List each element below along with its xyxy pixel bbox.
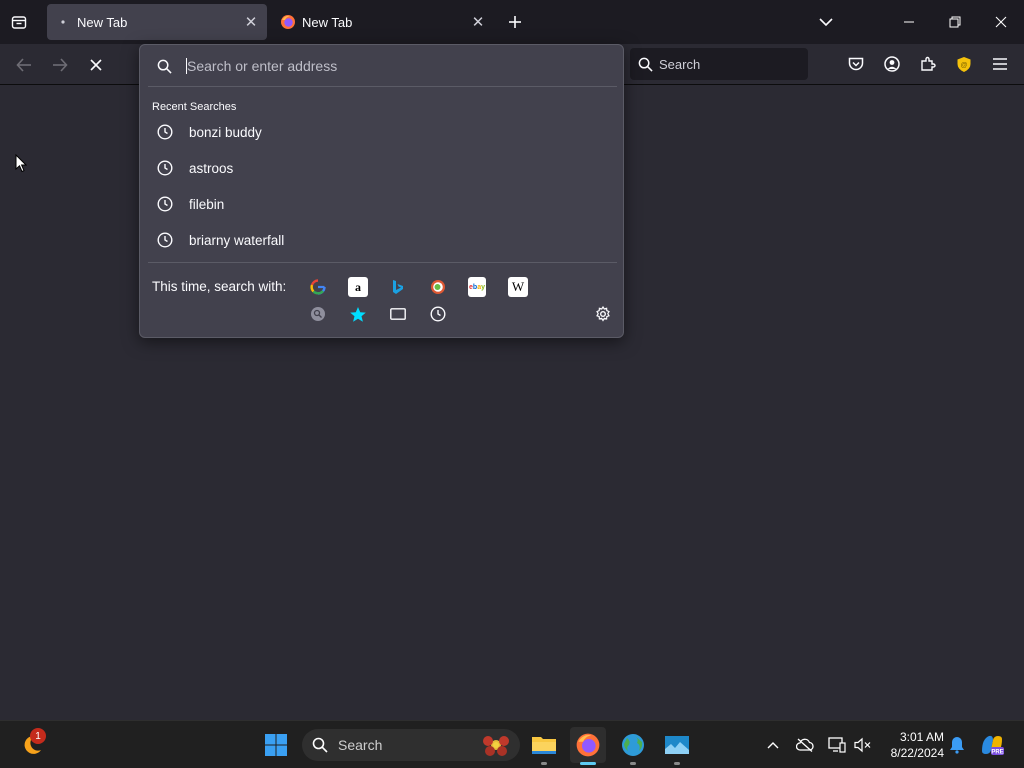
network-monitor-icon[interactable]: [824, 727, 850, 763]
tab-title: New Tab: [77, 14, 128, 30]
globe-app-icon[interactable]: [615, 727, 651, 763]
recent-search-text: briarny waterfall: [189, 232, 285, 248]
search-icon: [157, 59, 172, 74]
clock-icon: [157, 160, 173, 176]
file-explorer-icon[interactable]: [526, 727, 562, 763]
shield-extension-icon[interactable]: @: [953, 53, 975, 75]
firefox-taskbar-icon[interactable]: [570, 727, 606, 763]
minimize-button[interactable]: [886, 0, 932, 44]
back-button[interactable]: [11, 52, 37, 78]
divider: [148, 262, 617, 263]
firefox-icon: [280, 14, 296, 30]
taskbar-search-box[interactable]: Search: [302, 729, 520, 761]
windows-taskbar: 1 Search 3:01 AM 8/22/2024 PRE: [0, 720, 1024, 768]
new-tab-button[interactable]: [503, 10, 527, 34]
image-viewer-icon[interactable]: [659, 727, 695, 763]
urlbar-panel: Recent Searches bonzi buddy astroos file…: [139, 44, 624, 338]
search-icon: [312, 737, 328, 753]
search-highlight-icon: [480, 732, 512, 761]
list-all-tabs-icon[interactable]: [814, 10, 838, 34]
amazon-icon[interactable]: a: [348, 277, 368, 297]
running-indicator: [674, 762, 680, 765]
restore-button[interactable]: [932, 0, 978, 44]
running-indicator: [630, 762, 636, 765]
toolbar-search-placeholder: Search: [659, 56, 701, 72]
settings-gear-icon[interactable]: [593, 304, 613, 324]
forward-button[interactable]: [47, 52, 73, 78]
taskbar-search-placeholder: Search: [338, 737, 383, 753]
close-window-button[interactable]: [978, 0, 1024, 44]
extensions-icon[interactable]: [917, 53, 939, 75]
urlbar[interactable]: [140, 45, 623, 87]
bookmarks-icon[interactable]: [348, 304, 368, 324]
recent-search-item[interactable]: bonzi buddy: [146, 115, 617, 149]
cloud-offline-icon[interactable]: [792, 727, 818, 763]
recent-search-text: filebin: [189, 196, 225, 212]
svg-text:@: @: [961, 62, 968, 69]
recent-searches-heading: Recent Searches: [152, 101, 237, 113]
divider: [148, 86, 617, 87]
tab-manager-icon[interactable]: [8, 11, 30, 33]
pocket-icon[interactable]: [845, 53, 867, 75]
tab-new-tab[interactable]: New Tab ✕: [272, 4, 494, 40]
close-tab-icon[interactable]: ✕: [239, 10, 263, 34]
history-icon[interactable]: [428, 304, 448, 324]
notification-bell-icon[interactable]: [944, 727, 970, 763]
show-hidden-icons-chevron-icon[interactable]: [760, 727, 786, 763]
tab-bar: New Tab ✕ New Tab ✕: [0, 0, 1024, 44]
stop-loading-button[interactable]: [83, 52, 109, 78]
tabs-icon[interactable]: [388, 304, 408, 324]
clock-date: 8/22/2024: [890, 746, 944, 760]
running-indicator: [541, 762, 547, 765]
search-engine-icon[interactable]: [308, 304, 328, 324]
start-windows-icon[interactable]: [258, 727, 294, 763]
wikipedia-icon[interactable]: W: [508, 277, 528, 297]
account-icon[interactable]: [881, 53, 903, 75]
address-input[interactable]: [186, 58, 586, 74]
clock-icon: [157, 232, 173, 248]
clock-time: 3:01 AM: [899, 730, 944, 744]
volume-muted-icon[interactable]: [850, 727, 876, 763]
search-with-label: This time, search with:: [152, 279, 287, 294]
recent-search-item[interactable]: astroos: [146, 151, 617, 185]
search-icon: [638, 57, 653, 72]
notification-badge: 1: [30, 728, 46, 744]
copilot-icon[interactable]: PRE: [974, 727, 1010, 763]
recent-search-item[interactable]: briarny waterfall: [146, 223, 617, 257]
duckduckgo-icon[interactable]: [428, 277, 448, 297]
mouse-cursor-icon: [15, 153, 28, 178]
loading-dot-icon: [55, 14, 71, 30]
close-tab-icon[interactable]: ✕: [466, 10, 490, 34]
recent-search-text: bonzi buddy: [189, 124, 262, 140]
tab-title: New Tab: [302, 14, 353, 30]
tab-new-tab-active[interactable]: New Tab ✕: [47, 4, 267, 40]
recent-search-text: astroos: [189, 160, 234, 176]
recent-search-item[interactable]: filebin: [146, 187, 617, 221]
clock-icon: [157, 124, 173, 140]
toolbar-search-box[interactable]: Search: [630, 48, 808, 80]
menu-icon[interactable]: [989, 53, 1011, 75]
ebay-icon[interactable]: ebay: [468, 277, 486, 297]
system-clock[interactable]: 3:01 AM 8/22/2024: [880, 729, 944, 761]
google-icon[interactable]: [308, 277, 328, 297]
bing-icon[interactable]: [388, 277, 408, 297]
active-indicator: [580, 762, 596, 765]
clock-icon: [157, 196, 173, 212]
svg-text:PRE: PRE: [991, 750, 1003, 756]
